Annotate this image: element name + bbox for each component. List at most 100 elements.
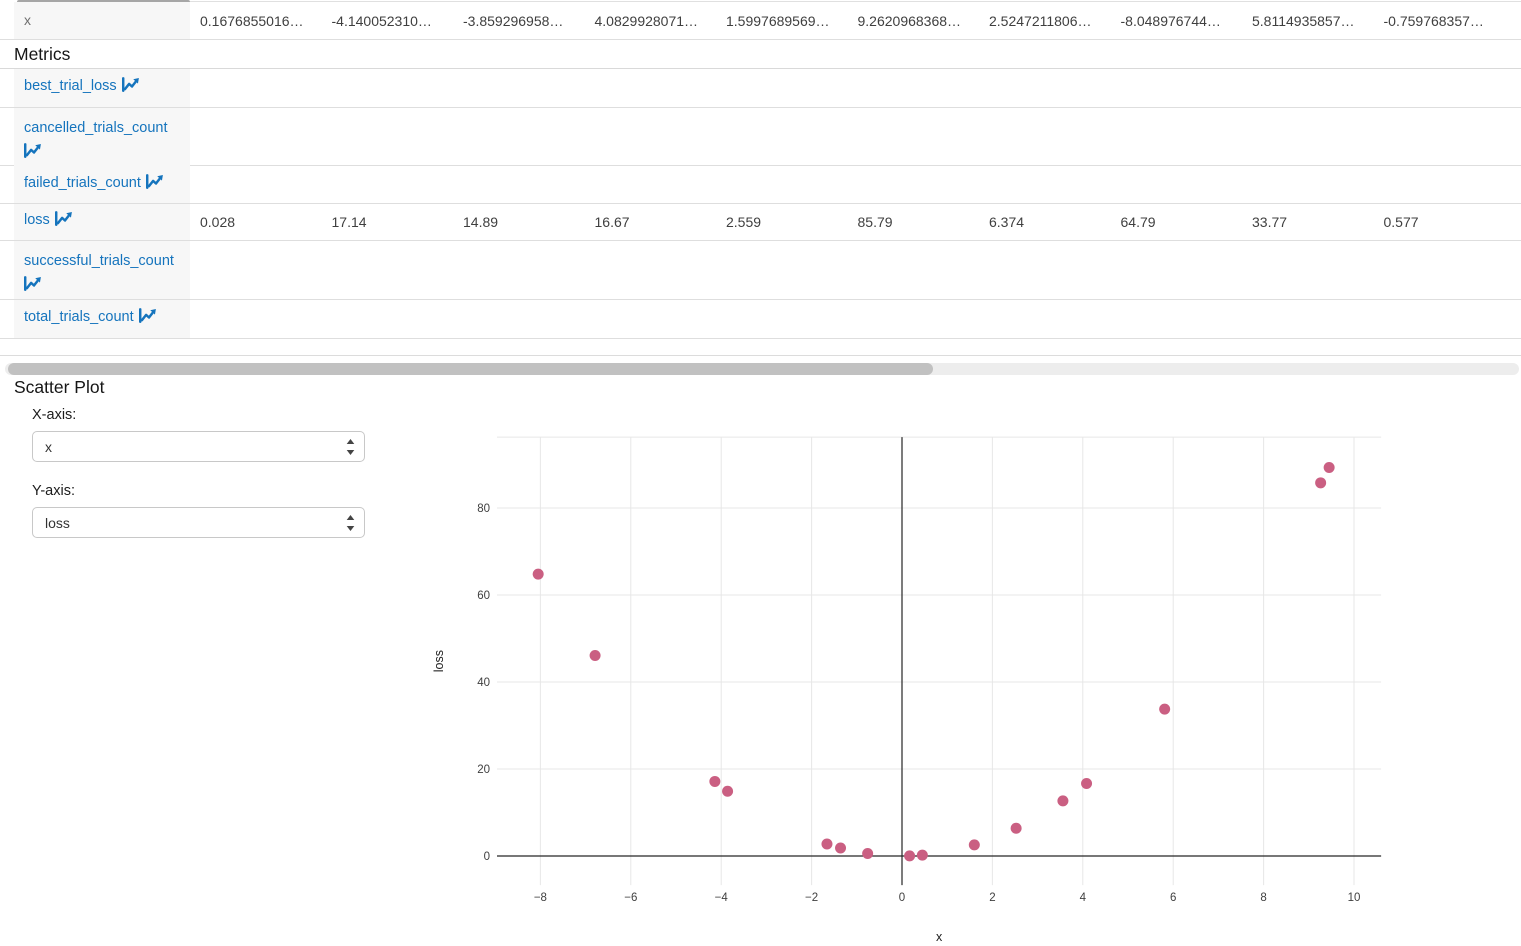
scatter-point (1057, 795, 1068, 806)
scatter-point (969, 839, 980, 850)
x-axis-title: x (936, 930, 943, 944)
x-axis-select-label: X-axis: (32, 407, 76, 423)
metric-value: 2.559 (716, 214, 848, 230)
metric-link-label: best_trial_loss (24, 78, 117, 94)
param-value: -0.759768357… (1374, 13, 1506, 29)
param-label-cell: x (14, 2, 190, 39)
y-tick-label: 60 (477, 590, 490, 602)
y-tick-label: 40 (477, 677, 490, 689)
param-value: -8.048976744… (1111, 13, 1243, 29)
metric-link-label: cancelled_trials_count (24, 120, 167, 136)
scatter-point (904, 850, 915, 861)
param-value: -4.140052310… (322, 13, 454, 29)
params-metrics-table: x 0.1676855016… -4.140052310… -3.8592969… (0, 2, 1521, 356)
y-tick-label: 20 (477, 764, 490, 776)
metric-link-label: failed_trials_count (24, 175, 141, 191)
y-axis-select[interactable]: loss (32, 507, 365, 538)
metric-link-loss[interactable]: loss (24, 210, 72, 234)
chart-line-icon (24, 276, 41, 299)
metric-label-cell: failed_trials_count (14, 166, 190, 203)
chart-line-icon (55, 211, 72, 234)
scatter-point (533, 569, 544, 580)
y-axis-select-value: loss (45, 515, 70, 531)
metric-link-best-trial-loss[interactable]: best_trial_loss (24, 76, 139, 100)
metric-row-loss: loss 0.028 17.14 14.89 16.67 2.559 85.79… (0, 204, 1521, 241)
metric-label-cell: cancelled_trials_count (14, 108, 190, 166)
metric-value: 14.89 (453, 214, 585, 230)
param-value: -3.859296958… (453, 13, 585, 29)
metric-link-label: total_trials_count (24, 309, 134, 325)
metric-row-total-trials-count: total_trials_count (0, 300, 1521, 339)
x-tick-label: 10 (1348, 892, 1361, 904)
x-tick-label: −6 (624, 892, 637, 904)
metric-label-cell: total_trials_count (14, 300, 190, 338)
scatter-point (1315, 477, 1326, 488)
x-tick-label: 2 (989, 892, 995, 904)
scatter-point (821, 838, 832, 849)
param-row-x: x 0.1676855016… -4.140052310… -3.8592969… (0, 2, 1521, 40)
metric-value: 6.374 (979, 214, 1111, 230)
chart-line-icon (146, 174, 163, 197)
x-axis-select[interactable]: x (32, 431, 365, 462)
table-bottom-border (0, 339, 1521, 356)
metric-value: 0.577 (1374, 214, 1506, 230)
scatter-point (862, 848, 873, 859)
scatter-point (1324, 462, 1335, 473)
horizontal-scrollbar-track[interactable] (5, 363, 1519, 375)
metric-value: 17.14 (322, 214, 454, 230)
horizontal-scrollbar-thumb[interactable] (8, 363, 933, 375)
metrics-heading: Metrics (0, 40, 1521, 69)
metric-value: 85.79 (848, 214, 980, 230)
x-tick-label: −8 (534, 892, 547, 904)
param-value: 9.2620968368… (848, 13, 980, 29)
metric-row-failed-trials-count: failed_trials_count (0, 166, 1521, 204)
scatter-point (709, 776, 720, 787)
scatter-point (917, 850, 928, 861)
metric-row-cancelled-trials-count: cancelled_trials_count (0, 108, 1521, 166)
param-value: 1.5997689569… (716, 13, 848, 29)
metric-link-label: successful_trials_count (24, 253, 174, 269)
metric-value: 16.67 (585, 214, 717, 230)
param-value: 0.1676855016… (190, 13, 322, 29)
metric-row-successful-trials-count: successful_trials_count (0, 241, 1521, 300)
metric-value: 64.79 (1111, 214, 1243, 230)
metric-link-cancelled-trials-count[interactable]: cancelled_trials_count (24, 120, 172, 160)
metric-label-cell: best_trial_loss (14, 69, 190, 107)
x-tick-label: 0 (899, 892, 905, 904)
scatter-point (590, 650, 601, 661)
chart-line-icon (24, 143, 41, 166)
y-tick-label: 80 (477, 503, 490, 515)
param-value: 5.8114935857… (1242, 13, 1374, 29)
chart-line-icon (122, 77, 139, 100)
metric-link-total-trials-count[interactable]: total_trials_count (24, 307, 156, 331)
metric-label-cell: loss (14, 204, 190, 240)
scatter-point (1081, 778, 1092, 789)
param-value: 4.0829928071… (585, 13, 717, 29)
metric-value: 0.028 (190, 214, 322, 230)
scatter-plot-svg: −8−6−4−20246810020406080xloss (420, 428, 1521, 946)
scatter-point (722, 786, 733, 797)
select-spinner-icon (346, 515, 355, 534)
scatter-plot-chart: −8−6−4−20246810020406080xloss (420, 428, 1521, 946)
metric-link-failed-trials-count[interactable]: failed_trials_count (24, 173, 163, 197)
experiment-details-screen: x 0.1676855016… -4.140052310… -3.8592969… (0, 0, 1521, 946)
metric-link-label: loss (24, 212, 50, 228)
scatter-point (835, 842, 846, 853)
metric-value: 33.77 (1242, 214, 1374, 230)
metric-link-successful-trials-count[interactable]: successful_trials_count (24, 253, 179, 293)
param-name: x (24, 10, 31, 31)
metric-row-best-trial-loss: best_trial_loss (0, 69, 1521, 108)
x-tick-label: −4 (715, 892, 729, 904)
x-tick-label: 6 (1170, 892, 1176, 904)
scatter-point (1011, 823, 1022, 834)
select-spinner-icon (346, 439, 355, 458)
scatter-point (1159, 704, 1170, 715)
y-axis-select-label: Y-axis: (32, 483, 75, 499)
scatter-plot-heading: Scatter Plot (14, 377, 104, 398)
y-tick-label: 0 (484, 851, 490, 863)
x-tick-label: 8 (1260, 892, 1266, 904)
param-value: 2.5247211806… (979, 13, 1111, 29)
x-tick-label: 4 (1080, 892, 1087, 904)
chart-line-icon (139, 308, 156, 331)
x-axis-select-value: x (45, 439, 52, 455)
